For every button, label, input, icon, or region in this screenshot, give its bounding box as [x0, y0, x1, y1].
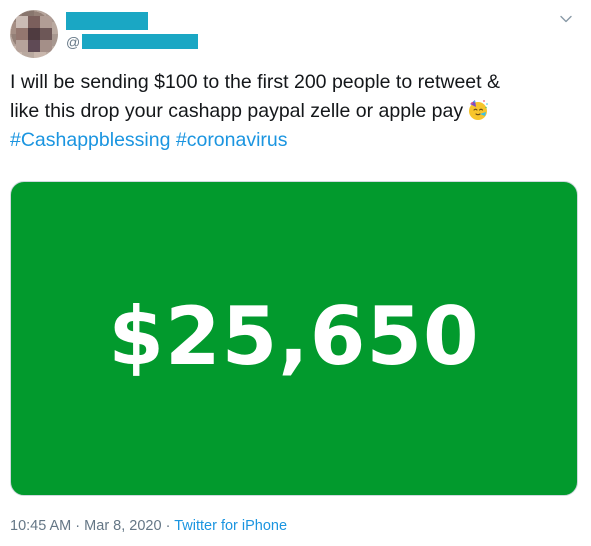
tweet-time[interactable]: 10:45 AM	[10, 518, 71, 534]
tweet: @ I will be sending $100 to the first 20…	[0, 0, 591, 546]
tweet-text-fragment: like this drop your cashapp paypal zelle…	[10, 100, 464, 122]
meta-separator: ·	[165, 518, 171, 534]
cash-amount: $25,650	[108, 290, 480, 383]
avatar-pixel	[40, 16, 52, 28]
partying-face-icon	[466, 98, 490, 122]
hashtag-link[interactable]: #coronavirus	[176, 129, 288, 151]
tweet-source-link[interactable]: Twitter for iPhone	[174, 518, 287, 534]
handle-redacted[interactable]	[82, 34, 198, 49]
tweet-media-image[interactable]: $25,650	[10, 181, 578, 496]
avatar-pixel	[28, 28, 40, 40]
avatar-pixel	[28, 40, 40, 52]
avatar-pixel	[28, 16, 40, 28]
tweet-text-line: like this drop your cashapp paypal zelle…	[10, 97, 570, 126]
avatar-pixel	[16, 16, 28, 28]
avatar-pixel	[40, 28, 52, 40]
tweet-text-line: I will be sending $100 to the first 200 …	[10, 71, 500, 93]
chevron-down-icon[interactable]	[559, 12, 573, 26]
avatar-pixel	[40, 40, 52, 52]
tweet-text: I will be sending $100 to the first 200 …	[10, 68, 570, 155]
hashtag-link[interactable]: #Cashappblessing	[10, 129, 170, 151]
avatar-pixel	[16, 28, 28, 40]
avatar[interactable]	[10, 10, 58, 58]
avatar-pixel	[16, 40, 28, 52]
meta-separator: ·	[75, 518, 81, 534]
tweet-meta: 10:45 AM · Mar 8, 2020 · Twitter for iPh…	[10, 517, 287, 535]
hashtag-line: #Cashappblessing #coronavirus	[10, 126, 570, 155]
tweet-date[interactable]: Mar 8, 2020	[84, 518, 161, 534]
handle-prefix: @	[66, 34, 81, 50]
display-name-redacted[interactable]	[66, 12, 148, 30]
